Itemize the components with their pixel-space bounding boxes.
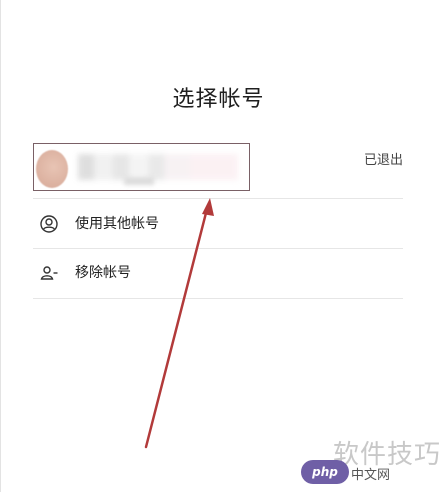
remove-account-label: 移除帐号 [75, 265, 131, 281]
divider [33, 198, 403, 199]
account-card[interactable] [33, 143, 250, 191]
remove-account-item[interactable]: 移除帐号 [33, 249, 403, 297]
watermark-badge: php [301, 460, 349, 484]
account-name-redacted [78, 154, 238, 180]
watermark-site: 中文网 [351, 468, 391, 483]
signed-out-status: 已退出 [363, 153, 403, 168]
watermark: 软件技巧 php 中文网 [301, 438, 441, 488]
window-edge [0, 0, 1, 492]
avatar [36, 150, 68, 188]
page-title: 选择帐号 [172, 87, 265, 112]
use-other-account-item[interactable]: 使用其他帐号 [33, 200, 403, 248]
account-picker-page: 选择帐号 已退出 使用其他帐号 移除帐号 软件技巧 php 中文网 [0, 0, 445, 492]
remove-person-icon [39, 263, 59, 283]
person-circle-icon [39, 214, 59, 234]
account-row[interactable]: 已退出 [33, 143, 403, 197]
use-other-account-label: 使用其他帐号 [75, 216, 159, 232]
account-email-redacted [124, 177, 154, 185]
divider [33, 298, 403, 299]
